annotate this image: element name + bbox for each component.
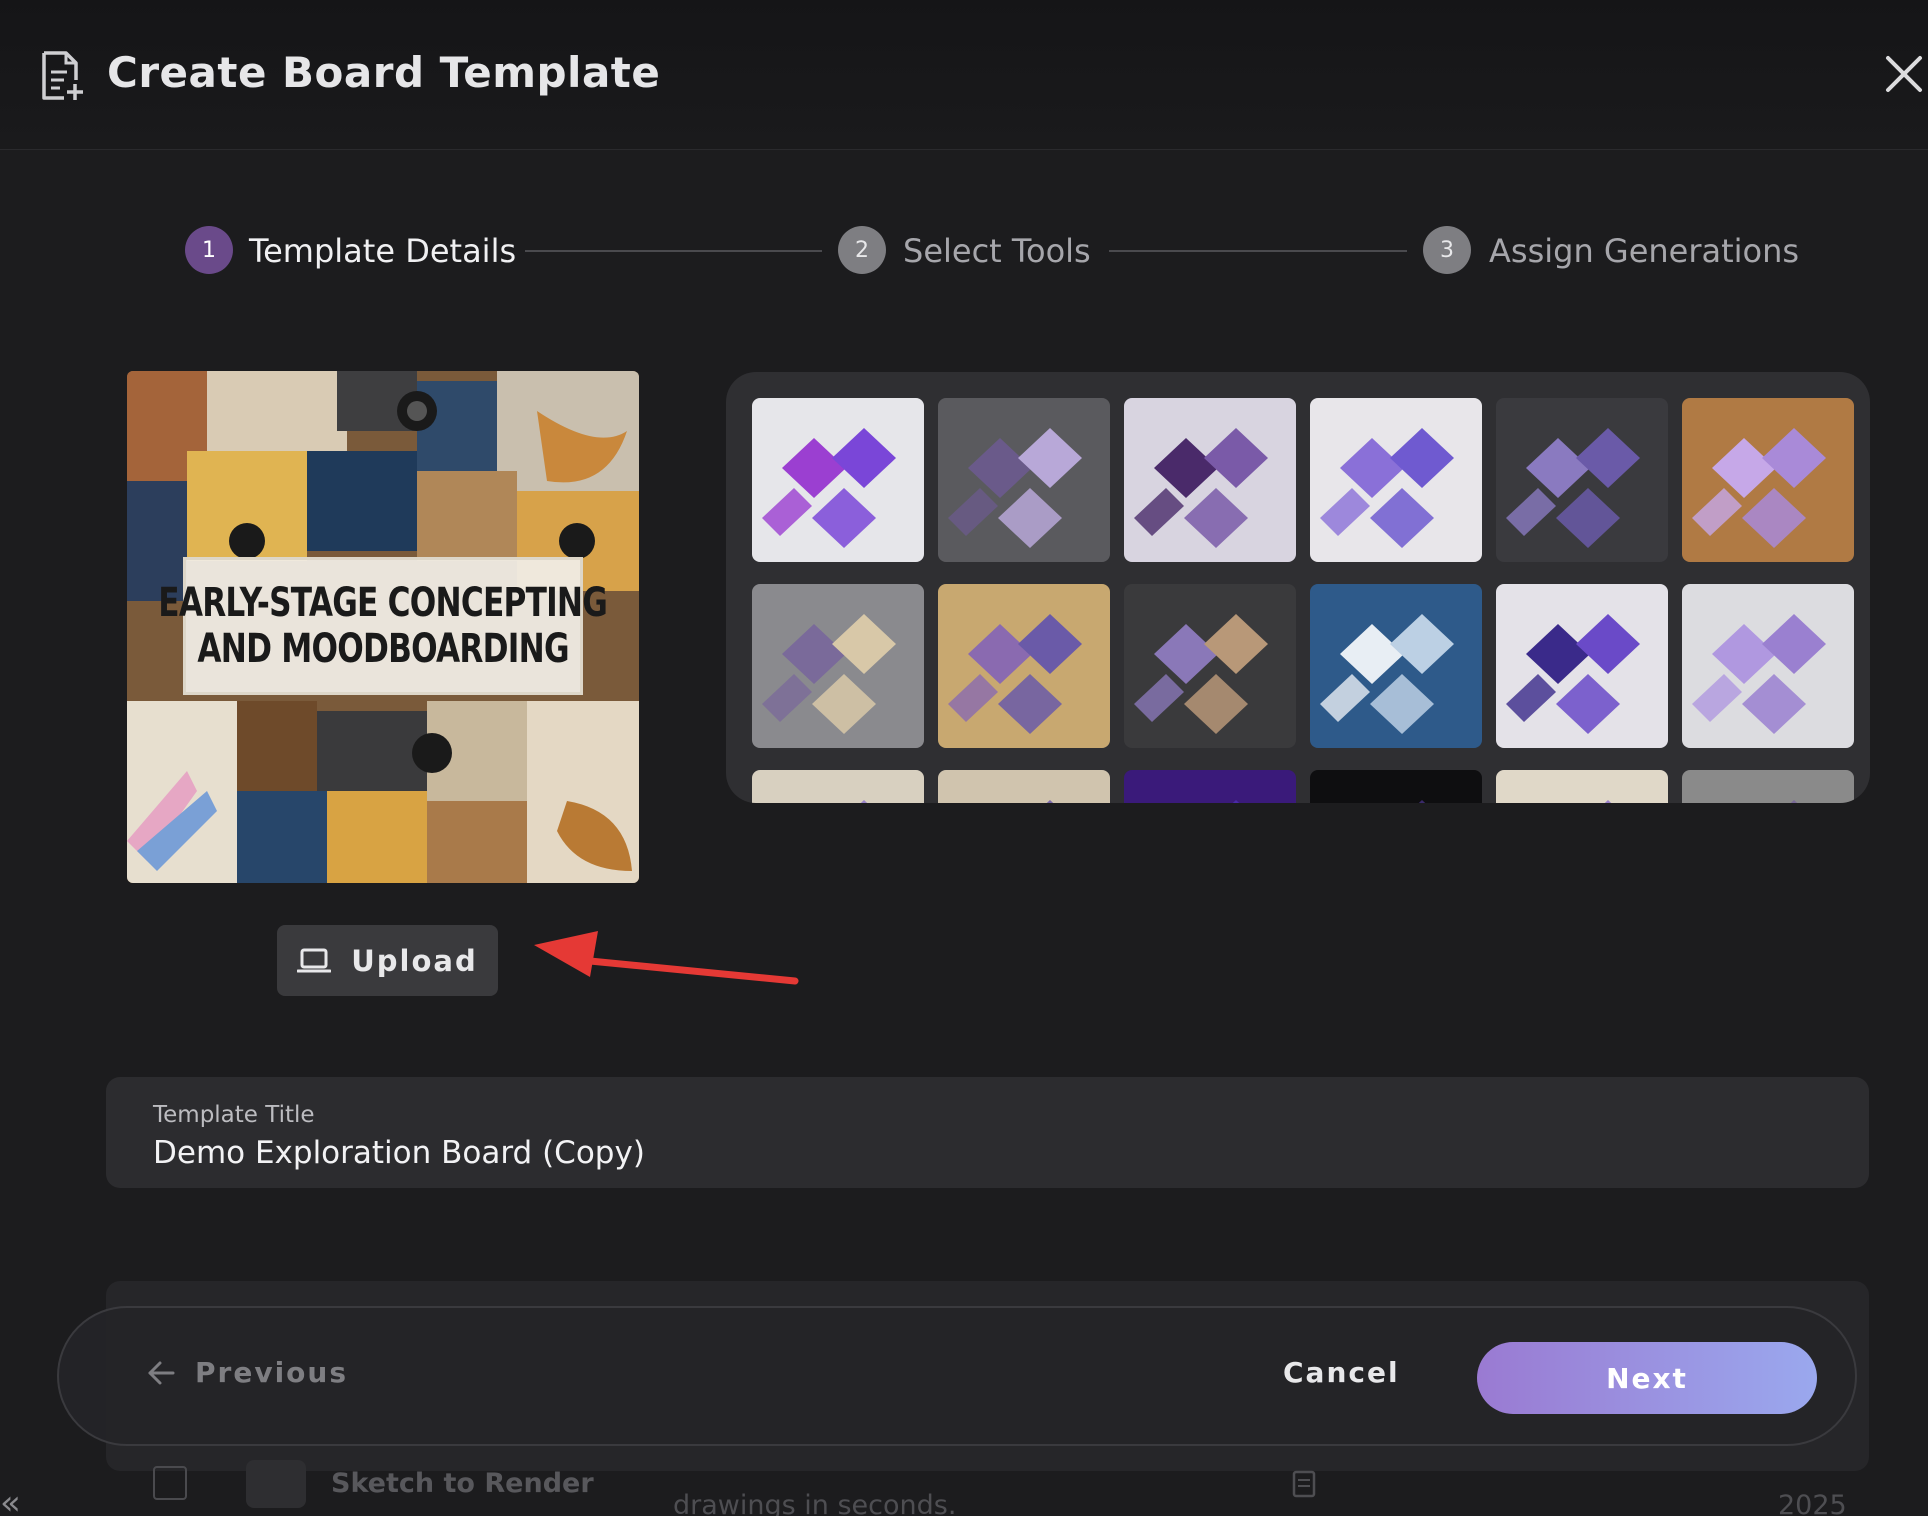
row-date: 2025: [1778, 1490, 1847, 1516]
cancel-button[interactable]: Cancel: [1283, 1356, 1400, 1389]
stepper: 1 Template Details 2 Select Tools 3 Assi…: [0, 226, 1928, 276]
gallery-thumbnail[interactable]: [1496, 770, 1668, 803]
gallery-thumbnail[interactable]: [752, 584, 924, 748]
thumbnail-image: [1682, 398, 1854, 562]
thumbnail-image: [1124, 770, 1296, 803]
thumbnail-image: [1310, 584, 1482, 748]
next-button[interactable]: Next: [1477, 1342, 1817, 1414]
document-icon: [1292, 1470, 1316, 1498]
step-connector: [525, 250, 822, 252]
upload-button-label: Upload: [351, 943, 478, 978]
thumbnail-image: [752, 398, 924, 562]
step-2-number: 2: [838, 226, 886, 274]
preview-banner-line-1: EARLY-STAGE CONCEPTING: [158, 580, 609, 626]
next-button-label: Next: [1606, 1361, 1688, 1395]
row-name: Sketch to Render: [331, 1468, 594, 1499]
upload-button[interactable]: Upload: [277, 925, 498, 996]
document-add-icon: [42, 51, 83, 100]
template-preview-image: EARLY-STAGE CONCEPTING AND MOODBOARDING: [127, 371, 639, 883]
thumbnail-image: [938, 770, 1110, 803]
step-1-number: 1: [185, 226, 233, 274]
thumbnail-image: [1124, 584, 1296, 748]
gallery-thumbnail[interactable]: [1124, 398, 1296, 562]
thumbnail-image: [1310, 398, 1482, 562]
template-title-label: Template Title: [153, 1102, 315, 1128]
step-3-label: Assign Generations: [1489, 232, 1800, 270]
template-title-field[interactable]: Template Title: [106, 1077, 1869, 1188]
thumbnail-image: [752, 770, 924, 803]
thumbnail-image: [1682, 584, 1854, 748]
gallery-thumbnail[interactable]: [1310, 398, 1482, 562]
gallery-thumbnail[interactable]: [752, 770, 924, 803]
gallery-thumbnail[interactable]: [1496, 584, 1668, 748]
thumbnail-image: [1496, 584, 1668, 748]
thumbnail-image: [938, 398, 1110, 562]
gallery-thumbnail[interactable]: [1682, 398, 1854, 562]
row-thumbnail: [246, 1460, 306, 1508]
gallery-thumbnail[interactable]: [752, 398, 924, 562]
step-connector: [1109, 250, 1407, 252]
gallery-thumbnail[interactable]: [938, 398, 1110, 562]
preset-image-gallery: [726, 372, 1870, 803]
step-1-label: Template Details: [249, 232, 517, 270]
arrow-left-icon: [148, 1361, 175, 1384]
thumbnail-image: [1496, 770, 1668, 803]
gallery-thumbnail[interactable]: [1310, 770, 1482, 803]
row-checkbox[interactable]: [153, 1466, 187, 1500]
annotation-arrow-icon: [534, 931, 799, 985]
thumbnail-image: [1310, 770, 1482, 803]
step-3-number: 3: [1423, 226, 1471, 274]
template-title-input[interactable]: [153, 1135, 1753, 1171]
close-icon[interactable]: [1884, 54, 1924, 94]
gallery-thumbnail[interactable]: [1682, 770, 1854, 803]
gallery-thumbnail[interactable]: [1496, 398, 1668, 562]
laptop-icon: [297, 948, 332, 972]
table-row: Sketch to Render drawings in seconds. 20…: [0, 1452, 1928, 1516]
thumbnail-image: [1124, 398, 1296, 562]
modal-header: Create Board Template: [0, 0, 1928, 150]
modal-title: Create Board Template: [107, 48, 661, 97]
previous-button[interactable]: Previous: [147, 1356, 348, 1389]
gallery-thumbnail[interactable]: [1682, 584, 1854, 748]
collapse-sidebar-icon[interactable]: «: [0, 1483, 21, 1516]
preview-banner: EARLY-STAGE CONCEPTING AND MOODBOARDING: [159, 557, 608, 695]
preview-banner-line-2: AND MOODBOARDING: [197, 626, 569, 672]
gallery-thumbnail[interactable]: [1124, 770, 1296, 803]
step-2-label: Select Tools: [903, 232, 1091, 270]
thumbnail-image: [1496, 398, 1668, 562]
gallery-thumbnail[interactable]: [1310, 584, 1482, 748]
previous-button-label: Previous: [195, 1356, 349, 1389]
thumbnail-image: [752, 584, 924, 748]
wizard-action-bar: Previous Cancel Next: [57, 1306, 1857, 1446]
gallery-thumbnail[interactable]: [1124, 584, 1296, 748]
gallery-thumbnail[interactable]: [938, 584, 1110, 748]
thumbnail-image: [938, 584, 1110, 748]
thumbnail-image: [1682, 770, 1854, 803]
row-description: drawings in seconds.: [673, 1490, 957, 1516]
gallery-thumbnail[interactable]: [938, 770, 1110, 803]
